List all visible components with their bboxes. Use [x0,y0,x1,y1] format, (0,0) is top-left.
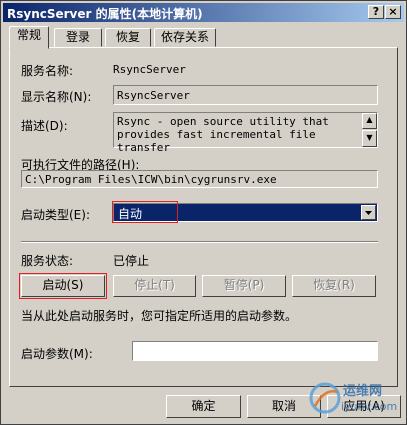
service-status-value: 已停止 [113,254,150,268]
startup-type-select[interactable]: 自动 [113,203,378,222]
tab-general-label: 常规 [16,28,41,42]
pause-service-button[interactable]: 暂停(P) [202,275,286,297]
chevron-down-icon[interactable] [361,205,376,220]
title-bar[interactable]: RsyncServer 的属性(本地计算机) ? × [3,3,404,22]
resume-service-button[interactable]: 恢复(R) [292,275,376,297]
service-name-value: RsyncServer [113,63,186,76]
description-scrollbar[interactable]: ▲ ▼ [362,113,377,147]
watermark-logo: 运维网 iyunv.com [307,376,407,425]
display-name-value: RsyncServer [117,89,190,102]
divider [21,241,378,243]
exe-path-field: C:\Program Files\ICW\bin\cygrunsrv.exe [21,170,378,188]
description-value: Rsync - open source utility that provide… [117,115,329,154]
stop-service-button[interactable]: 停止(T) [113,275,196,297]
display-name-label: 显示名称(N): [21,90,92,104]
description-label: 描述(D): [21,119,68,133]
tab-dependencies-label: 依存关系 [160,30,209,44]
start-params-input[interactable] [132,341,378,361]
startup-type-label: 启动类型(E): [21,208,90,222]
ok-button[interactable]: 确定 [166,395,241,418]
scroll-down-icon[interactable]: ▼ [362,130,377,147]
service-status-label: 服务状态: [21,254,74,268]
tab-logon[interactable]: 登录 [54,28,102,47]
properties-dialog: RsyncServer 的属性(本地计算机) ? × 常规 登录 恢复 依存关系… [0,0,407,425]
display-name-field[interactable]: RsyncServer [113,85,378,105]
startup-type-value: 自动 [118,207,143,221]
description-field[interactable]: Rsync - open source utility that provide… [113,112,378,154]
window-title: RsyncServer 的属性(本地计算机) [7,7,203,21]
scroll-up-icon[interactable]: ▲ [362,113,377,129]
tab-recovery-label: 恢复 [115,30,140,44]
help-button[interactable]: ? [368,5,384,19]
watermark-text-cn: 运维网 [343,384,383,399]
close-button[interactable]: × [385,5,401,19]
tab-dependencies[interactable]: 依存关系 [154,28,216,47]
start-service-button[interactable]: 启动(S) [21,275,105,297]
tab-recovery[interactable]: 恢复 [105,28,151,47]
tab-logon-label: 登录 [65,30,90,44]
exe-path-value: C:\Program Files\ICW\bin\cygrunsrv.exe [25,173,277,186]
hint-text: 当从此处启动服务时，您可指定所适用的启动参数。 [21,309,298,323]
tab-general[interactable]: 常规 [9,26,49,49]
start-params-label: 启动参数(M): [21,347,93,361]
watermark-text-en: iyunv.com [341,400,398,413]
service-name-label: 服务名称: [21,64,74,78]
